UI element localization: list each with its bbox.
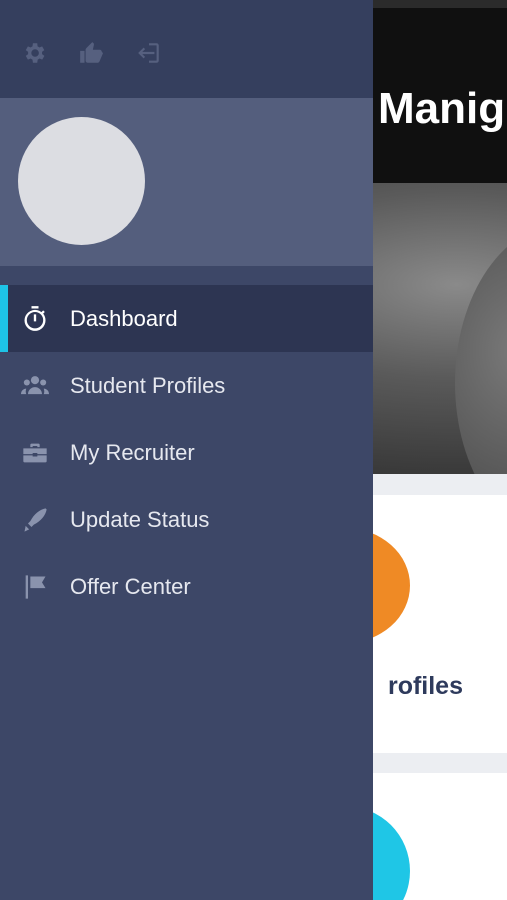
menu-item-my-recruiter[interactable]: My Recruiter bbox=[0, 419, 373, 486]
menu-label-offer-center: Offer Center bbox=[70, 573, 191, 599]
menu-item-student-profiles[interactable]: Student Profiles bbox=[0, 352, 373, 419]
users-icon bbox=[19, 370, 51, 402]
gear-icon[interactable] bbox=[19, 38, 49, 68]
menu-item-dashboard[interactable]: Dashboard bbox=[0, 285, 373, 352]
sign-in-icon[interactable] bbox=[134, 38, 164, 68]
flag-icon bbox=[19, 571, 51, 603]
menu-label-my-recruiter: My Recruiter bbox=[70, 439, 195, 465]
drawer-toolbar bbox=[0, 0, 373, 98]
drawer-menu: Dashboard Student Profiles My Recruiter … bbox=[0, 285, 373, 620]
menu-label-update-status: Update Status bbox=[70, 506, 210, 532]
app-title: Manig bbox=[378, 84, 506, 133]
navigation-drawer: Dashboard Student Profiles My Recruiter … bbox=[0, 0, 373, 900]
menu-label-student-profiles: Student Profiles bbox=[70, 372, 226, 398]
pen-icon bbox=[19, 504, 51, 536]
hero-figure bbox=[455, 223, 507, 474]
menu-item-offer-center[interactable]: Offer Center bbox=[0, 553, 373, 620]
avatar[interactable] bbox=[18, 117, 145, 245]
menu-label-dashboard: Dashboard bbox=[70, 305, 178, 331]
stopwatch-icon bbox=[19, 303, 51, 335]
briefcase-icon bbox=[19, 437, 51, 469]
menu-item-update-status[interactable]: Update Status bbox=[0, 486, 373, 553]
thumbs-up-icon[interactable] bbox=[76, 38, 106, 68]
